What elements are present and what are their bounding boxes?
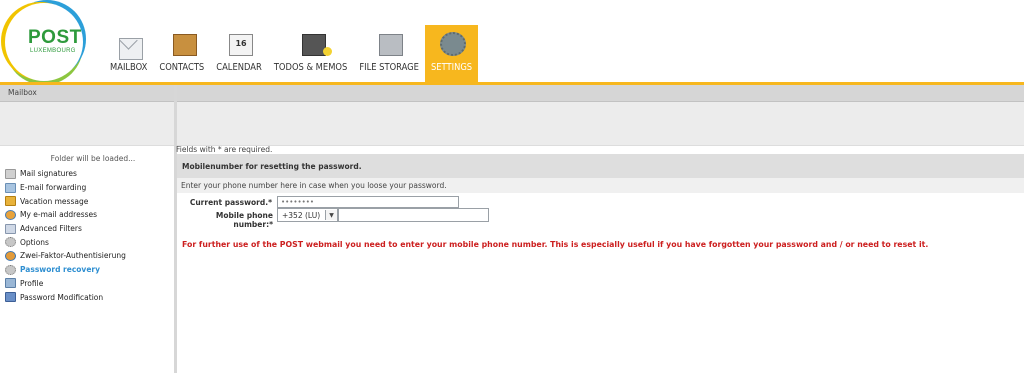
- nav-todos-memos[interactable]: TODOS & MEMOS: [268, 25, 353, 82]
- nav-mailbox[interactable]: MAILBOX: [104, 25, 153, 82]
- menu-item-label: Mail signatures: [20, 169, 77, 179]
- logo-brand: POST: [28, 27, 82, 48]
- two-factor-icon: [5, 250, 16, 261]
- mailbox-label: Mailbox: [8, 88, 37, 97]
- current-password-label: Current password.*: [189, 198, 272, 207]
- key-icon: [5, 292, 16, 303]
- current-password-input[interactable]: ••••••••: [277, 196, 459, 208]
- menu-item-mail-signatures[interactable]: Mail signatures: [0, 167, 174, 181]
- menu-item-email-forwarding[interactable]: E-mail forwarding: [0, 181, 174, 195]
- menu-item-options[interactable]: Options: [0, 235, 174, 249]
- menu-item-label: Vacation message: [20, 196, 89, 206]
- gear-icon: [439, 32, 466, 56]
- nav-label: MAILBOX: [110, 62, 148, 73]
- settings-sidebar: Folder will be loaded... Mail signatures…: [0, 145, 174, 373]
- section-title: Mobilenumber for resetting the password.: [182, 162, 362, 171]
- menu-item-password-recovery[interactable]: Password recovery: [0, 263, 174, 277]
- pen-icon: [5, 168, 16, 179]
- menu-item-advanced-filters[interactable]: Advanced Filters: [0, 222, 174, 236]
- options-gear-icon: [5, 237, 16, 248]
- top-header: POST LUXEMBOURG MAILBOX CONTACTS 16 CALE…: [0, 0, 1024, 85]
- menu-item-label: Password recovery: [20, 265, 100, 275]
- content-toolbar-area: [177, 102, 1024, 146]
- section-header: Mobilenumber for resetting the password.: [177, 154, 1024, 178]
- chevron-down-icon[interactable]: ▼: [325, 210, 337, 220]
- nav-calendar[interactable]: 16 CALENDAR: [210, 25, 268, 82]
- content-top-bar: [177, 85, 1024, 102]
- left-toolbar-area: [0, 102, 174, 146]
- mailbox-bar: Mailbox: [0, 85, 174, 102]
- address-book-icon: [172, 34, 197, 56]
- addresses-icon: [5, 209, 16, 220]
- folder-loading-text: Folder will be loaded...: [50, 154, 136, 163]
- menu-item-password-modification[interactable]: Password Modification: [0, 290, 174, 304]
- country-code-select[interactable]: +352 (LU) ▼: [277, 208, 338, 222]
- storage-icon: [379, 34, 404, 56]
- country-code-value: +352 (LU): [282, 210, 321, 220]
- vacation-icon: [5, 196, 16, 207]
- menu-item-profile[interactable]: Profile: [0, 277, 174, 291]
- mobile-phone-label: Mobile phone number:*: [215, 211, 273, 229]
- nav-label: TODOS & MEMOS: [273, 62, 348, 73]
- mobile-number-warning: For further use of the POST webmail you …: [182, 240, 929, 249]
- menu-item-label: Options: [20, 237, 49, 247]
- nav-label: SETTINGS: [430, 62, 473, 73]
- post-logo[interactable]: POST LUXEMBOURG: [5, 3, 83, 81]
- menu-item-my-email-addresses[interactable]: My e-mail addresses: [0, 208, 174, 222]
- profile-icon: [5, 278, 16, 289]
- section-description-bar: Enter your phone number here in case whe…: [177, 178, 1024, 193]
- envelope-icon: [118, 38, 143, 60]
- menu-item-vacation-message[interactable]: Vacation message: [0, 194, 174, 208]
- section-description: Enter your phone number here in case whe…: [181, 181, 447, 190]
- nav-label: CALENDAR: [216, 62, 262, 73]
- required-fields-note: Fields with * are required.: [176, 145, 273, 154]
- nav-label: CONTACTS: [159, 62, 205, 73]
- menu-item-label: Password Modification: [20, 292, 104, 302]
- forward-icon: [5, 182, 16, 193]
- nav-contacts[interactable]: CONTACTS: [153, 25, 210, 82]
- nav-settings[interactable]: SETTINGS: [424, 25, 479, 82]
- menu-item-two-factor[interactable]: Zwei-Faktor-Authentisierung: [0, 249, 174, 263]
- menu-item-label: My e-mail addresses: [20, 210, 98, 220]
- filter-icon: [5, 223, 16, 234]
- menu-item-label: Profile: [20, 278, 44, 288]
- nav-label: FILE STORAGE: [359, 62, 419, 73]
- todo-memo-icon: [301, 34, 332, 56]
- main-nav: MAILBOX CONTACTS 16 CALENDAR TODOS & MEM…: [104, 25, 479, 82]
- logo-subtitle: LUXEMBOURG: [30, 48, 76, 54]
- recovery-gear-icon: [5, 264, 16, 275]
- menu-item-label: Zwei-Faktor-Authentisierung: [20, 251, 126, 261]
- menu-item-label: Advanced Filters: [20, 224, 82, 234]
- calendar-icon: 16: [229, 34, 254, 56]
- mobile-phone-input[interactable]: [338, 208, 489, 222]
- menu-item-label: E-mail forwarding: [20, 183, 87, 193]
- settings-menu: Mail signatures E-mail forwarding Vacati…: [0, 167, 174, 304]
- nav-file-storage[interactable]: FILE STORAGE: [353, 25, 425, 82]
